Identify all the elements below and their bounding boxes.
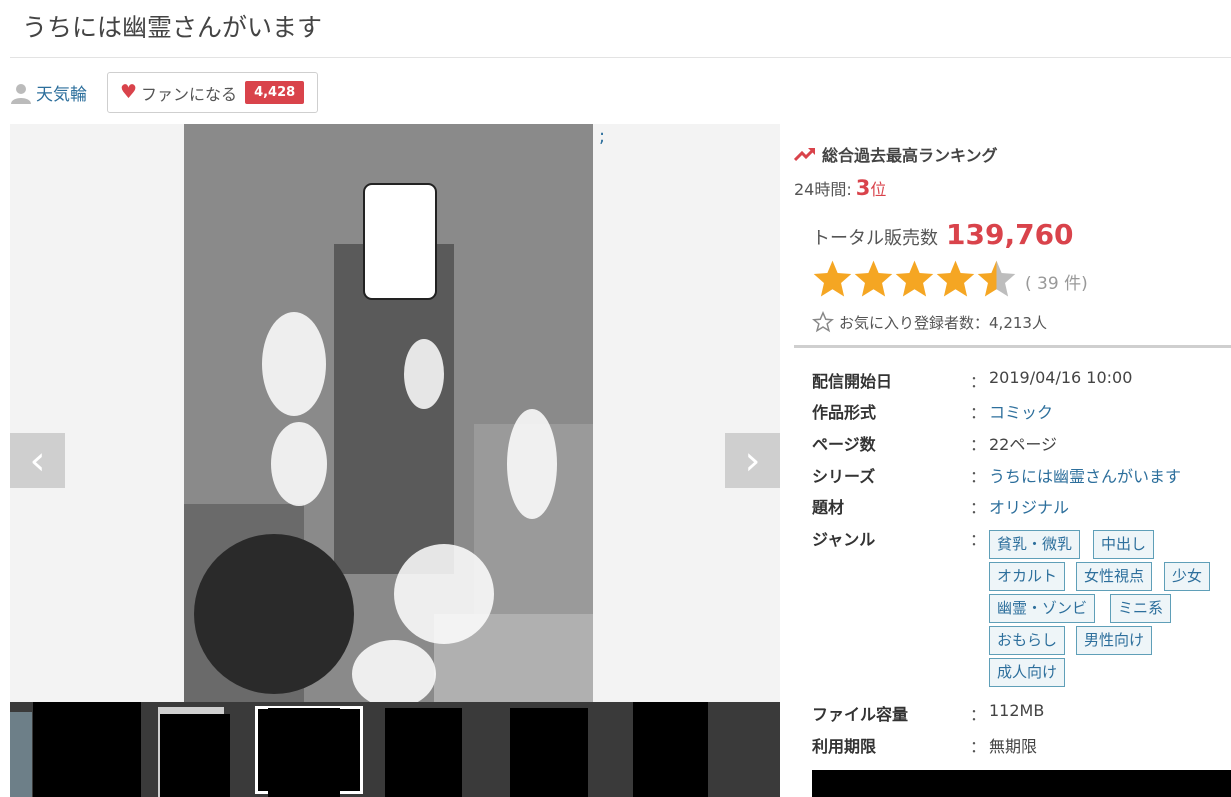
info-row-format: 作品形式 ： コミック xyxy=(812,399,1231,423)
star-outline-icon xyxy=(812,311,834,333)
page-title: うちには幽霊さんがいます xyxy=(22,13,323,42)
info-colon: ： xyxy=(970,498,987,517)
info-label: 作品形式 xyxy=(812,403,877,422)
info-colon: ： xyxy=(970,530,987,549)
author-link[interactable]: 天気輪 xyxy=(10,80,87,105)
rating-stars[interactable]: ( 39 件) xyxy=(812,258,1088,299)
heart-icon: ♥ xyxy=(120,81,138,103)
info-row-pages: ページ数 ： 22ページ xyxy=(812,431,1231,455)
sales-value: 139,760 xyxy=(946,218,1074,251)
author-name: 天気輪 xyxy=(36,85,87,105)
favorites-count: お気に入り登録者数：4,213人 xyxy=(812,311,1047,333)
info-label: 配信開始日 xyxy=(812,372,893,391)
usage-period: 無期限 xyxy=(989,737,1038,756)
previous-image-button[interactable]: ‹ xyxy=(10,433,65,488)
sample-page-image[interactable] xyxy=(184,124,593,702)
thumbnail[interactable] xyxy=(10,712,32,797)
fan-count-badge: 4,428 xyxy=(245,81,305,104)
fan-button[interactable]: ♥ ファンになる 4,428 xyxy=(107,72,318,113)
info-row-series: シリーズ ： うちには幽霊さんがいます xyxy=(812,463,1231,487)
genre-tag[interactable]: 貧乳・微乳 xyxy=(989,530,1081,559)
info-colon: ： xyxy=(970,372,987,391)
info-label: 題材 xyxy=(812,498,845,517)
info-colon: ： xyxy=(970,467,987,486)
ranking-unit: 位 xyxy=(870,180,887,199)
thumbnail[interactable] xyxy=(385,708,462,797)
thumbnail[interactable] xyxy=(268,708,340,797)
thumbnail[interactable] xyxy=(160,714,230,797)
info-label: 利用期限 xyxy=(812,737,877,756)
chevron-right-icon: › xyxy=(744,437,761,484)
rating-star-icon xyxy=(977,260,1016,297)
file-size: 112MB xyxy=(989,701,1045,720)
info-label: ページ数 xyxy=(812,435,876,454)
info-label: ファイル容量 xyxy=(812,705,909,724)
genre-tag[interactable]: オカルト xyxy=(989,562,1066,591)
format-link[interactable]: コミック xyxy=(989,399,1053,423)
sales-label: トータル販売数 xyxy=(812,228,938,249)
ranking-heading: 総合過去最高ランキング xyxy=(794,142,998,166)
info-colon: ： xyxy=(970,435,987,454)
rating-star-icon xyxy=(854,260,893,297)
ranking-heading-label: 総合過去最高ランキング xyxy=(822,146,998,165)
release-date: 2019/04/16 10:00 xyxy=(989,368,1133,387)
genre-tag[interactable]: 男性向け xyxy=(1076,626,1153,655)
info-colon: ： xyxy=(970,705,987,724)
thumbnail[interactable] xyxy=(633,702,708,797)
review-count[interactable]: ( 39 件) xyxy=(1025,269,1088,294)
info-row-release: 配信開始日 ： 2019/04/16 10:00 xyxy=(812,368,1231,392)
fan-button-label: ファンになる xyxy=(141,84,238,104)
genre-tag[interactable]: ミニ系 xyxy=(1110,594,1172,623)
subject-link[interactable]: オリジナル xyxy=(989,494,1069,518)
chevron-left-icon: ‹ xyxy=(29,437,46,484)
user-icon xyxy=(11,83,31,104)
series-link[interactable]: うちには幽霊さんがいます xyxy=(989,463,1181,487)
info-row-filesize: ファイル容量 ： 112MB xyxy=(812,701,1231,725)
trend-up-icon xyxy=(794,147,816,162)
rating-star-icon xyxy=(813,260,852,297)
page-count: 22ページ xyxy=(989,435,1058,454)
thumbnail[interactable] xyxy=(33,702,141,797)
genre-tag[interactable]: 少女 xyxy=(1164,562,1211,591)
next-image-button[interactable]: › xyxy=(725,433,780,488)
genre-tag[interactable]: おもらし xyxy=(989,626,1066,655)
stray-semicolon: ; xyxy=(599,126,606,147)
purchase-area[interactable] xyxy=(812,770,1231,797)
thumbnail[interactable] xyxy=(510,708,588,797)
sample-image-viewer[interactable] xyxy=(10,124,780,702)
title-divider xyxy=(10,57,1231,58)
info-divider xyxy=(794,345,1231,348)
info-colon: ： xyxy=(970,737,987,756)
genre-tag[interactable]: 成人向け xyxy=(989,658,1066,687)
favorites-text: お気に入り登録者数：4,213人 xyxy=(839,313,1047,332)
info-label: ジャンル xyxy=(812,530,876,549)
total-sales: トータル販売数 139,760 xyxy=(812,218,1074,251)
genre-tag[interactable]: 女性視点 xyxy=(1076,562,1153,591)
rating-star-icon xyxy=(895,260,934,297)
thumbnail-strip xyxy=(10,702,780,797)
genre-tag[interactable]: 中出し xyxy=(1093,530,1155,559)
ranking-number: 3 xyxy=(855,176,871,200)
ranking-24h: 24時間: 3位 xyxy=(794,176,886,200)
rating-star-icon xyxy=(936,260,975,297)
info-row-subject: 題材 ： オリジナル xyxy=(812,494,1231,518)
info-row-period: 利用期限 ： 無期限 xyxy=(812,733,1231,757)
info-colon: ： xyxy=(970,403,987,422)
info-label: シリーズ xyxy=(812,467,876,486)
genre-tag[interactable]: 幽霊・ゾンビ xyxy=(989,594,1096,623)
ranking-period-label: 24時間: xyxy=(794,180,852,199)
